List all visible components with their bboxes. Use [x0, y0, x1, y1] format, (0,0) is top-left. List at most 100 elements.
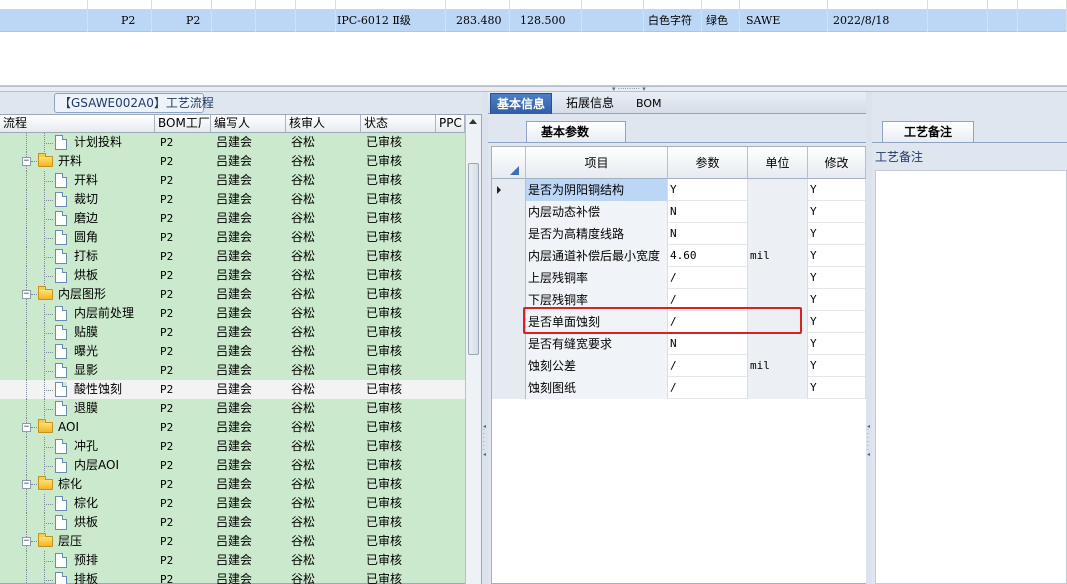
collapse-icon[interactable]: − — [22, 290, 31, 299]
param-cell-modify[interactable]: Y — [808, 267, 866, 289]
tree-node-folder[interactable]: − 开料 P2 吕建会 谷松 已审核 — [0, 152, 465, 171]
param-row[interactable]: 是否为阴阳铜结构 Y Y — [492, 179, 866, 201]
tree-node-item[interactable]: 烘板 P2 吕建会 谷松 已审核 — [0, 266, 465, 285]
tree-cell-status: 已审核 — [366, 154, 403, 168]
param-col-value[interactable]: 参数 — [668, 147, 748, 179]
tree-node-item[interactable]: 打标 P2 吕建会 谷松 已审核 — [0, 247, 465, 266]
param-row-header[interactable] — [492, 289, 526, 311]
tree-node-item[interactable]: 棕化 P2 吕建会 谷松 已审核 — [0, 494, 465, 513]
tree-line — [31, 484, 37, 485]
collapse-icon[interactable]: − — [22, 423, 31, 432]
param-cell-value[interactable]: N — [668, 223, 748, 245]
cell-width: 128.500 — [510, 10, 582, 32]
param-cell-modify[interactable]: Y — [808, 377, 866, 399]
tree-node-folder[interactable]: − 棕化 P2 吕建会 谷松 已审核 — [0, 475, 465, 494]
tree-node-item[interactable]: 圆角 P2 吕建会 谷松 已审核 — [0, 228, 465, 247]
param-cell-modify[interactable]: Y — [808, 289, 866, 311]
tree-scrollbar[interactable] — [465, 115, 481, 584]
tree-node-item[interactable]: 开料 P2 吕建会 谷松 已审核 — [0, 171, 465, 190]
tab-extended-info[interactable]: 拓展信息 — [560, 93, 620, 114]
param-cell-unit[interactable] — [748, 179, 808, 201]
scroll-up-arrow-icon[interactable] — [469, 119, 477, 124]
grid-row-selected[interactable]: P2 P2 IPC-6012 Ⅱ级 283.480 128.500 白色字符 绿… — [0, 10, 1067, 32]
tab-basic-info[interactable]: 基本信息 — [490, 93, 553, 114]
tree-node-item[interactable]: 裁切 P2 吕建会 谷松 已审核 — [0, 190, 465, 209]
tree-node-item[interactable]: 贴膜 P2 吕建会 谷松 已审核 — [0, 323, 465, 342]
param-row[interactable]: 上层残铜率 / Y — [492, 267, 866, 289]
notes-textarea[interactable] — [875, 170, 1067, 584]
param-cell-modify[interactable]: Y — [808, 245, 866, 267]
subtab-basic-params[interactable]: 基本参数 — [526, 121, 626, 142]
tab-bom[interactable]: BOM — [630, 93, 668, 114]
param-row[interactable]: 蚀刻图纸 / Y — [492, 377, 866, 399]
tree-node-item[interactable]: 计划投料 P2 吕建会 谷松 已审核 — [0, 133, 465, 152]
param-cell-value[interactable]: / — [668, 267, 748, 289]
param-cell-unit[interactable] — [748, 267, 808, 289]
param-row-header[interactable] — [492, 377, 526, 399]
tree-node-item[interactable]: 磨边 P2 吕建会 谷松 已审核 — [0, 209, 465, 228]
param-cell-value[interactable]: 4.60 — [668, 245, 748, 267]
tree-node-folder[interactable]: − 层压 P2 吕建会 谷松 已审核 — [0, 532, 465, 551]
tree-node-item[interactable]: 内层AOI P2 吕建会 谷松 已审核 — [0, 456, 465, 475]
collapse-icon[interactable]: − — [22, 480, 31, 489]
param-row-header[interactable] — [492, 201, 526, 223]
param-col-item[interactable]: 项目 — [526, 147, 668, 179]
param-cell-value[interactable]: / — [668, 377, 748, 399]
param-row-header[interactable] — [492, 179, 526, 201]
tree-col-ppc[interactable]: PPC — [436, 115, 465, 133]
param-cell-value[interactable]: Y — [668, 179, 748, 201]
param-cell-value[interactable]: N — [668, 201, 748, 223]
param-col-unit[interactable]: 单位 — [748, 147, 808, 179]
tree-col-status[interactable]: 状态 — [361, 115, 436, 133]
param-cell-modify[interactable]: Y — [808, 201, 866, 223]
param-row-header[interactable] — [492, 355, 526, 377]
param-cell-modify[interactable]: Y — [808, 223, 866, 245]
param-cell-value[interactable]: N — [668, 333, 748, 355]
param-cell-unit[interactable]: mil — [748, 355, 808, 377]
param-row-header[interactable] — [492, 311, 526, 333]
param-row[interactable]: 是否有缝宽要求 N Y — [492, 333, 866, 355]
param-cell-unit[interactable] — [748, 377, 808, 399]
collapse-icon[interactable]: − — [22, 157, 31, 166]
param-corner[interactable] — [492, 147, 526, 179]
grid-row-previous[interactable] — [0, 0, 1067, 10]
tree-node-item[interactable]: 显影 P2 吕建会 谷松 已审核 — [0, 361, 465, 380]
param-cell-modify[interactable]: Y — [808, 355, 866, 377]
tree-node-folder[interactable]: − AOI P2 吕建会 谷松 已审核 — [0, 418, 465, 437]
tree-node-item[interactable]: 内层前处理 P2 吕建会 谷松 已审核 — [0, 304, 465, 323]
param-row-header[interactable] — [492, 245, 526, 267]
param-col-modify[interactable]: 修改 — [808, 147, 866, 179]
tab-process-notes[interactable]: 工艺备注 — [882, 121, 974, 142]
tree-node-item[interactable]: 冲孔 P2 吕建会 谷松 已审核 — [0, 437, 465, 456]
tree-node-item[interactable]: 烘板 P2 吕建会 谷松 已审核 — [0, 513, 465, 532]
tree-node-item[interactable]: 预排 P2 吕建会 谷松 已审核 — [0, 551, 465, 570]
param-cell-unit[interactable] — [748, 223, 808, 245]
param-row-header[interactable] — [492, 223, 526, 245]
collapse-icon[interactable]: − — [22, 537, 31, 546]
tree-col-process[interactable]: 流程 — [0, 115, 155, 133]
tree-col-writer[interactable]: 编写人 — [211, 115, 286, 133]
param-cell-unit[interactable]: mil — [748, 245, 808, 267]
param-row[interactable]: 内层动态补偿 N Y — [492, 201, 866, 223]
param-cell-modify[interactable]: Y — [808, 333, 866, 355]
param-row-header[interactable] — [492, 267, 526, 289]
tree-col-bom[interactable]: BOM工厂 — [155, 115, 211, 133]
param-cell-modify[interactable]: Y — [808, 311, 866, 333]
param-cell-unit[interactable] — [748, 201, 808, 223]
tree-node-item[interactable]: 酸性蚀刻 P2 吕建会 谷松 已审核 — [0, 380, 465, 399]
scroll-thumb[interactable] — [468, 163, 479, 355]
tree-node-item[interactable]: 排板 P2 吕建会 谷松 已审核 — [0, 570, 465, 584]
param-cell-unit[interactable] — [748, 333, 808, 355]
tree-node-folder[interactable]: − 内层图形 P2 吕建会 谷松 已审核 — [0, 285, 465, 304]
param-cell-modify[interactable]: Y — [808, 179, 866, 201]
param-row[interactable]: 内层通道补偿后最小宽度 4.60 mil Y — [492, 245, 866, 267]
param-cell-value[interactable]: / — [668, 355, 748, 377]
param-row-header[interactable] — [492, 333, 526, 355]
tree-node-item[interactable]: 曝光 P2 吕建会 谷松 已审核 — [0, 342, 465, 361]
tree-cell-bom: P2 — [160, 174, 174, 187]
param-row[interactable]: 蚀刻公差 / mil Y — [492, 355, 866, 377]
param-row[interactable]: 是否为高精度线路 N Y — [492, 223, 866, 245]
tree-cell-status: 已审核 — [366, 420, 403, 434]
tree-col-reviewer[interactable]: 核审人 — [286, 115, 361, 133]
tree-node-item[interactable]: 退膜 P2 吕建会 谷松 已审核 — [0, 399, 465, 418]
